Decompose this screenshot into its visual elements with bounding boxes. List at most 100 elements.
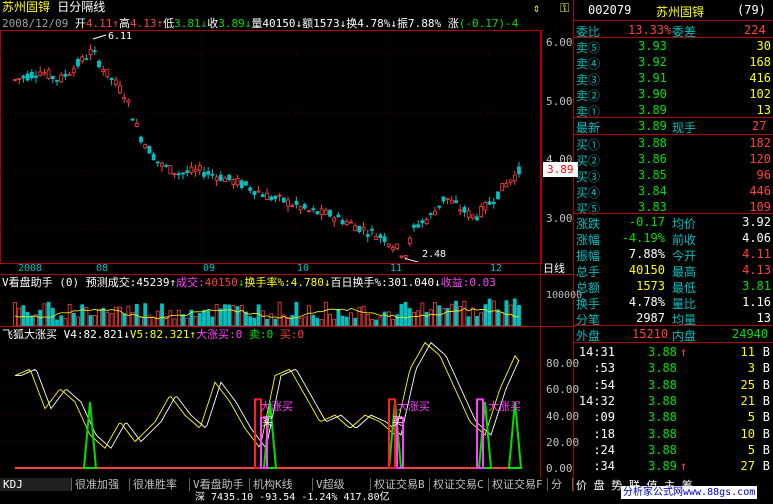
sell-level[interactable]: 卖② 3.90 102 [574, 86, 773, 103]
candlestick-chart[interactable] [0, 30, 540, 262]
volume-bar [470, 307, 475, 326]
watermark: 分析家公式网www.88gs.com [621, 486, 758, 499]
tick-row: 14:32 3.88 21 B [578, 393, 770, 408]
volume-bar [256, 304, 261, 326]
volume-bar [223, 304, 227, 326]
volume-bar [122, 313, 127, 326]
candle-body [319, 208, 324, 216]
tab-split[interactable]: 分隔 [548, 478, 573, 504]
candle-body [315, 211, 320, 215]
candle-body [63, 73, 68, 77]
candle-body [151, 153, 156, 161]
signal-label: 大涨买 [260, 400, 293, 413]
tab-qzc[interactable]: 权证交易C [430, 478, 489, 491]
candle-body [433, 210, 437, 216]
sell-level[interactable]: 卖④ 3.92 168 [574, 54, 773, 71]
volume-bar [105, 311, 110, 326]
candle-body [118, 85, 122, 94]
candle-body [496, 191, 500, 200]
volume-bar [143, 303, 148, 326]
candle-body [231, 179, 236, 185]
osc-panel-header: 飞狐大涨买 V4:82.821↓V5:82.321↑大涨买:0 卖:0 买:0 [2, 328, 305, 341]
sell-level[interactable]: 卖③ 3.91 416 [574, 70, 773, 87]
candle-body [34, 75, 38, 78]
buy-level[interactable]: 买④ 3.84 446 [574, 183, 773, 200]
candle-body [307, 210, 311, 212]
volume-bar [13, 302, 17, 326]
candle-body [412, 224, 416, 228]
volume-bar [298, 317, 303, 326]
candle-body [113, 79, 118, 85]
tab-hzjq[interactable]: 很准加强 [72, 478, 130, 491]
volume-bar [462, 300, 467, 326]
candle-body [382, 236, 387, 242]
tab-qzf[interactable]: 权证交易F [489, 478, 548, 491]
buy-level[interactable]: 买① 3.88 182 [574, 135, 773, 152]
volume-bar [193, 316, 198, 326]
volume-bar [357, 306, 362, 326]
volume-bar [353, 317, 358, 326]
candle-body [357, 225, 362, 233]
volume-bar [382, 311, 387, 326]
sell-level[interactable]: 卖⑤ 3.93 30 [574, 38, 773, 55]
volume-bar [491, 300, 496, 326]
volume-bar [277, 301, 282, 326]
tab-vkp[interactable]: V看盘助手 [190, 478, 250, 491]
volume-bar [231, 304, 236, 326]
candle-body [101, 69, 106, 72]
outer-inner-row: 外盘 15210 内盘 24940 [576, 327, 769, 343]
candle-body [395, 243, 400, 249]
tab-jgk[interactable]: 机构K线(修 [250, 478, 313, 504]
volume-bar [424, 311, 429, 326]
candle-body [122, 96, 127, 100]
volume-bar [445, 308, 450, 326]
volume-bar [302, 316, 307, 326]
volume-bar [63, 318, 68, 326]
tab-macd[interactable]: V超级MACD [313, 478, 371, 504]
candle-body [25, 73, 30, 81]
candle-body [13, 78, 17, 81]
candle-body [504, 182, 509, 188]
volume-bar [500, 312, 505, 326]
volume-bar [395, 314, 400, 326]
volume-bar [147, 314, 152, 326]
candle-body [164, 164, 169, 167]
indicator-tabs: KDJ 很准加强 很准胜率 V看盘助手 机构K线(修 V超级MACD 权证交易B… [0, 478, 573, 504]
tab-hzsl[interactable]: 很准胜率 [130, 478, 190, 491]
divider [540, 30, 541, 478]
volume-bar [109, 313, 114, 326]
volume-bar [76, 316, 80, 326]
volume-bar [118, 306, 122, 326]
candle-body [105, 68, 110, 77]
sell-level[interactable]: 卖① 3.89 13 [574, 102, 773, 119]
candle-body [273, 195, 278, 200]
candle-body [286, 199, 290, 207]
candle-body [336, 214, 341, 218]
volume-bar [374, 319, 379, 326]
buy-level[interactable]: 买② 3.86 120 [574, 151, 773, 168]
candle-body [55, 79, 59, 82]
lock-icon[interactable]: ⚿ [560, 2, 569, 15]
buy-level[interactable]: 买③ 3.85 96 [574, 167, 773, 184]
candle-body [29, 71, 34, 79]
volume-bar [21, 305, 26, 326]
candle-body [454, 200, 458, 203]
candle-body [302, 204, 307, 209]
volume-bar [172, 318, 177, 326]
quote-header: 002079 苏州固锝 (79) [588, 3, 766, 19]
candle-body [227, 174, 232, 181]
tab-kdj[interactable]: KDJ [0, 478, 72, 491]
price-tick: 3.00 [546, 212, 573, 225]
scroll-icon[interactable]: ⇕ [533, 2, 540, 15]
candle-body [50, 75, 55, 80]
candle-body [353, 225, 358, 232]
volume-bar [269, 313, 274, 326]
volume-bar [126, 305, 131, 326]
candle-body [407, 237, 412, 244]
candle-body [512, 174, 517, 182]
volume-bar [151, 316, 156, 326]
tab-qzb[interactable]: 权证交易B [371, 478, 430, 491]
volume-bar [273, 318, 278, 326]
candle-body [328, 210, 332, 217]
candle-body [210, 173, 215, 176]
